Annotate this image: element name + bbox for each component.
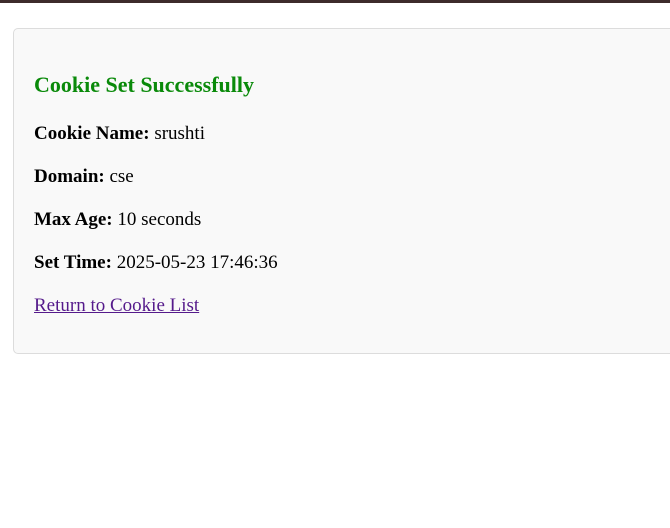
cookie-name-label: Cookie Name: — [34, 123, 155, 144]
top-border — [0, 0, 670, 3]
max-age-label: Max Age: — [34, 209, 118, 230]
max-age-value: 10 seconds — [117, 209, 202, 230]
return-to-cookie-list-link[interactable]: Return to Cookie List — [34, 294, 199, 318]
card-title: Cookie Set Successfully — [34, 72, 254, 97]
result-card: Cookie Set Successfully Cookie Name: sru… — [13, 28, 670, 354]
domain-row: Domain: cse — [34, 165, 134, 189]
set-time-row: Set Time: 2025-05-23 17:46:36 — [34, 251, 278, 275]
max-age-row: Max Age: 10 seconds — [34, 208, 201, 232]
cookie-name-value: srushti — [154, 123, 205, 144]
set-time-label: Set Time: — [34, 252, 117, 273]
domain-value: cse — [109, 166, 134, 187]
cookie-name-row: Cookie Name: srushti — [34, 122, 205, 146]
set-time-value: 2025-05-23 17:46:36 — [116, 252, 278, 273]
domain-label: Domain: — [34, 166, 110, 187]
